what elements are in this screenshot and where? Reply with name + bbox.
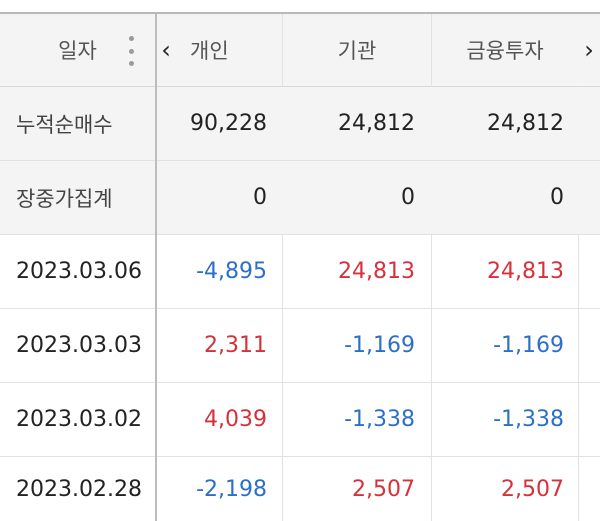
kebab-vertical-icon[interactable] xyxy=(126,36,136,66)
cell-institution: 0 xyxy=(401,185,415,210)
cell-individual: 2,311 xyxy=(204,333,267,358)
cell-individual: 0 xyxy=(253,185,267,210)
cell-financial-investment: -1,338 xyxy=(493,407,564,432)
row-date: 2023.03.03 xyxy=(16,333,142,358)
table-header: 일자 ‹ 개인 기관 금융투자 › xyxy=(0,14,600,87)
cell-individual: 90,228 xyxy=(190,111,267,136)
cell-individual: -4,895 xyxy=(196,259,267,284)
cell-individual: -2,198 xyxy=(196,476,267,502)
cell-individual: 4,039 xyxy=(204,407,267,432)
table-row[interactable]: 2023.03.06 -4,895 24,813 24,813 xyxy=(0,235,600,309)
investor-trading-table: 일자 ‹ 개인 기관 금융투자 › 누적순매수 90,228 24,812 24… xyxy=(0,0,600,521)
cell-institution: 24,812 xyxy=(338,111,415,136)
table-row[interactable]: 2023.02.28 -2,198 2,507 2,507 xyxy=(0,457,600,521)
cell-institution: 24,813 xyxy=(338,259,415,284)
chevron-right-icon[interactable]: › xyxy=(578,14,600,86)
row-label: 장중가집계 xyxy=(16,186,113,211)
summary-row-cumulative: 누적순매수 90,228 24,812 24,812 xyxy=(0,87,600,161)
header-col-financial-investment[interactable]: 금융투자 xyxy=(432,14,578,86)
row-label: 누적순매수 xyxy=(16,112,113,137)
cell-institution: -1,338 xyxy=(344,407,415,432)
cell-financial-investment: 0 xyxy=(550,185,564,210)
header-col-individual[interactable]: 개인 xyxy=(180,14,290,86)
chevron-left-icon[interactable]: ‹ xyxy=(155,14,177,86)
row-date: 2023.03.06 xyxy=(16,259,142,284)
cell-financial-investment: 24,813 xyxy=(487,259,564,284)
frozen-column-divider xyxy=(155,14,157,521)
row-date: 2023.03.02 xyxy=(16,407,142,432)
summary-row-intraday: 장중가집계 0 0 0 xyxy=(0,161,600,235)
cell-institution: 2,507 xyxy=(352,476,415,502)
cell-financial-investment: -1,169 xyxy=(493,333,564,358)
header-col-institution[interactable]: 기관 xyxy=(283,14,431,86)
cell-financial-investment: 2,507 xyxy=(501,476,564,502)
table-row[interactable]: 2023.03.02 4,039 -1,338 -1,338 xyxy=(0,383,600,457)
cell-institution: -1,169 xyxy=(344,333,415,358)
table-row[interactable]: 2023.03.03 2,311 -1,169 -1,169 xyxy=(0,309,600,383)
row-date: 2023.02.28 xyxy=(16,476,142,502)
cell-financial-investment: 24,812 xyxy=(487,111,564,136)
